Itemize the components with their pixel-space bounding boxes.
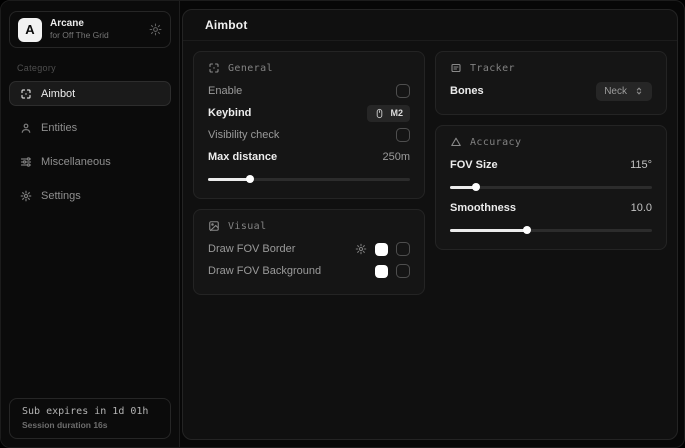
- app-title-block: Arcane for Off The Grid: [50, 18, 141, 41]
- gear-icon[interactable]: [355, 243, 367, 255]
- draw-fov-background-label: Draw FOV Background: [208, 265, 321, 277]
- max-distance-label: Max distance: [208, 151, 277, 163]
- sidebar-item-label: Aimbot: [41, 88, 75, 100]
- general-card: General Enable Keybind: [193, 51, 425, 199]
- slider-fill: [208, 178, 250, 181]
- gear-icon[interactable]: [149, 23, 162, 36]
- fov-size-row: FOV Size 115°: [450, 154, 652, 176]
- max-distance-value: 250m: [382, 151, 410, 163]
- sidebar: A Arcane for Off The Grid Category: [1, 1, 180, 447]
- crosshair-icon: [208, 62, 220, 74]
- gear-icon: [20, 190, 32, 202]
- accuracy-card-header: Accuracy: [450, 136, 652, 148]
- app-header-card: A Arcane for Off The Grid: [9, 11, 171, 48]
- slider-track: [450, 186, 652, 189]
- app-name: Arcane: [50, 18, 141, 31]
- sub-expiry-text: Sub expires in 1d 01h: [22, 406, 158, 417]
- fov-size-label: FOV Size: [450, 159, 498, 171]
- sidebar-item-entities[interactable]: Entities: [9, 115, 171, 140]
- general-card-header: General: [208, 62, 410, 74]
- app-window: A Arcane for Off The Grid Category: [0, 0, 685, 448]
- enable-label: Enable: [208, 85, 242, 97]
- slider-fill: [450, 229, 527, 232]
- sidebar-item-label: Settings: [41, 190, 81, 202]
- sidebar-item-label: Entities: [41, 122, 77, 134]
- main-panel: Aimbot General E: [182, 9, 678, 440]
- sidebar-nav: Aimbot Entities Miscella: [1, 81, 179, 208]
- sliders-icon: [20, 156, 32, 168]
- draw-fov-background-row: Draw FOV Background: [208, 260, 410, 282]
- bones-selected-value: Neck: [604, 86, 627, 97]
- smoothness-slider[interactable]: [450, 226, 652, 234]
- fov-size-value: 115°: [630, 159, 652, 171]
- right-column: Tracker Bones Neck: [435, 51, 667, 250]
- smoothness-row: Smoothness 10.0: [450, 197, 652, 219]
- sidebar-item-label: Miscellaneous: [41, 156, 111, 168]
- card-title: Tracker: [470, 63, 515, 74]
- user-icon: [20, 122, 32, 134]
- fov-size-slider[interactable]: [450, 183, 652, 191]
- bones-select[interactable]: Neck: [596, 82, 652, 101]
- draw-fov-border-label: Draw FOV Border: [208, 243, 295, 255]
- left-column: General Enable Keybind: [193, 51, 425, 295]
- slider-track: [208, 178, 410, 181]
- sidebar-item-settings[interactable]: Settings: [9, 183, 171, 208]
- fov-border-color-swatch[interactable]: [375, 243, 388, 256]
- tracker-card-header: Tracker: [450, 62, 652, 74]
- slider-fill: [450, 186, 476, 189]
- main-header: Aimbot: [183, 10, 677, 41]
- smoothness-value: 10.0: [631, 202, 652, 214]
- card-title: General: [228, 63, 273, 74]
- keybind-row: Keybind M2: [208, 102, 410, 124]
- card-title: Visual: [228, 221, 267, 232]
- visual-card: Visual Draw FOV Border: [193, 209, 425, 295]
- session-duration-text: Session duration 16s: [22, 420, 158, 430]
- fov-border-controls: [355, 242, 410, 256]
- triangle-icon: [450, 136, 462, 148]
- page-title: Aimbot: [205, 18, 248, 32]
- fov-background-color-swatch[interactable]: [375, 265, 388, 278]
- category-label: Category: [17, 63, 163, 73]
- keybind-value: M2: [390, 108, 403, 118]
- visibility-check-checkbox[interactable]: [396, 128, 410, 142]
- draw-fov-background-checkbox[interactable]: [396, 264, 410, 278]
- card-title: Accuracy: [470, 137, 521, 148]
- sidebar-item-miscellaneous[interactable]: Miscellaneous: [9, 149, 171, 174]
- chevron-up-down-icon: [634, 86, 644, 96]
- subscription-card: Sub expires in 1d 01h Session duration 1…: [9, 398, 171, 439]
- slider-track: [450, 229, 652, 232]
- visual-card-header: Visual: [208, 220, 410, 232]
- tracker-card: Tracker Bones Neck: [435, 51, 667, 115]
- app-subtitle: for Off The Grid: [50, 30, 141, 41]
- smoothness-label: Smoothness: [450, 202, 516, 214]
- draw-fov-border-row: Draw FOV Border: [208, 238, 410, 260]
- panel-lines-icon: [450, 62, 462, 74]
- keybind-button[interactable]: M2: [367, 105, 410, 122]
- bones-row: Bones Neck: [450, 80, 652, 102]
- visibility-check-label: Visibility check: [208, 129, 279, 141]
- accuracy-card: Accuracy FOV Size 115° Smoothness 10.0: [435, 125, 667, 250]
- max-distance-row: Max distance 250m: [208, 146, 410, 168]
- enable-row: Enable: [208, 80, 410, 102]
- image-icon: [208, 220, 220, 232]
- mouse-icon: [374, 108, 385, 119]
- keybind-label: Keybind: [208, 107, 251, 119]
- content-area: General Enable Keybind: [183, 41, 677, 305]
- draw-fov-border-checkbox[interactable]: [396, 242, 410, 256]
- app-logo: A: [18, 18, 42, 42]
- enable-checkbox[interactable]: [396, 84, 410, 98]
- bones-label: Bones: [450, 85, 484, 97]
- crosshair-icon: [20, 88, 32, 100]
- visibility-check-row: Visibility check: [208, 124, 410, 146]
- sidebar-item-aimbot[interactable]: Aimbot: [9, 81, 171, 106]
- max-distance-slider[interactable]: [208, 175, 410, 183]
- fov-background-controls: [375, 264, 410, 278]
